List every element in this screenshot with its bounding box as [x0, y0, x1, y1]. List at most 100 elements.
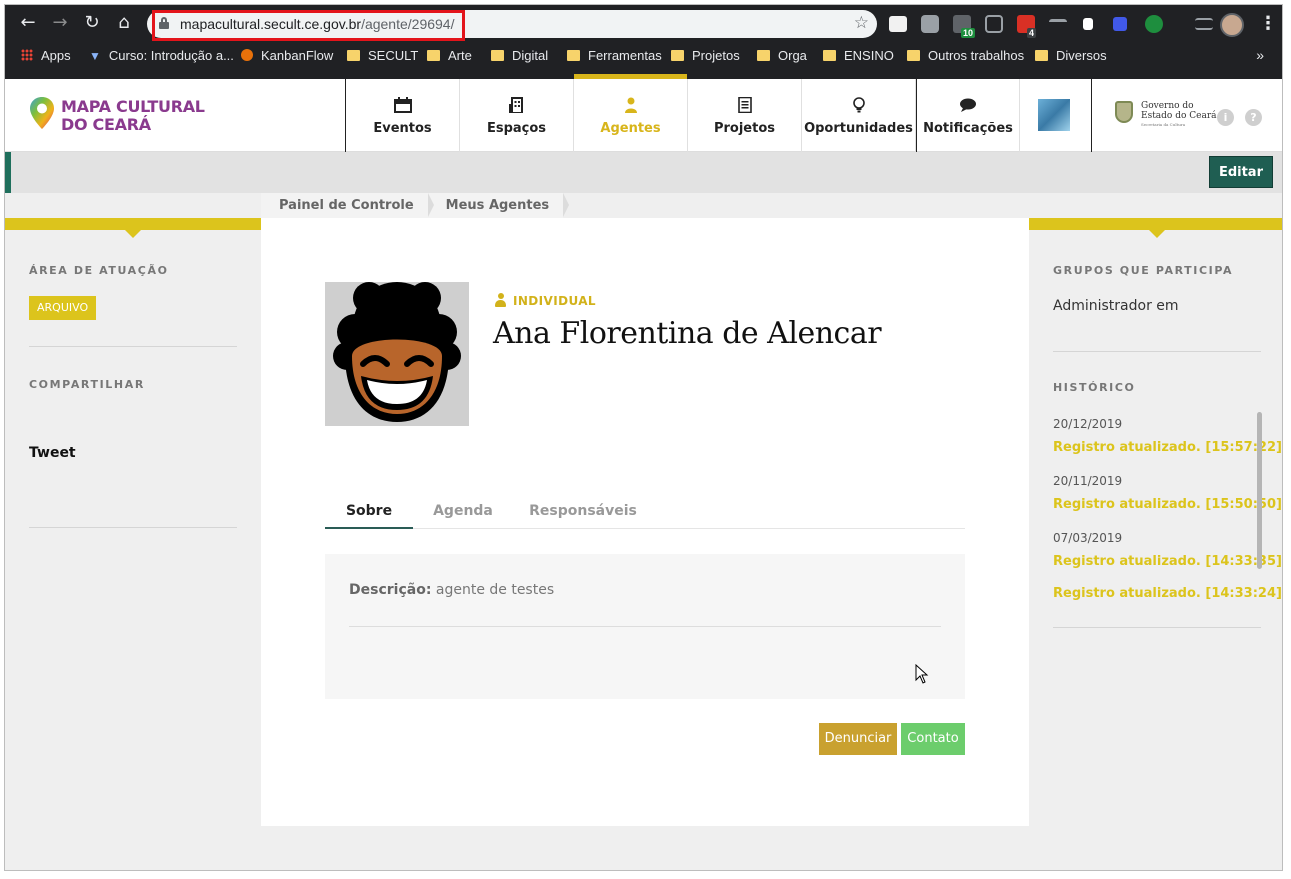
mouse-cursor-icon — [915, 664, 929, 684]
smiling-face-avatar-icon — [325, 282, 469, 426]
tab-agenda[interactable]: Agenda — [425, 494, 501, 529]
nav-oportunidades-label: Oportunidades — [804, 121, 913, 136]
divider — [349, 626, 941, 627]
user-avatar-menu[interactable] — [1020, 79, 1092, 152]
browser-toolbar: ← → ↻ ⌂ mapacultural.secult.ce.gov.br/ag… — [5, 5, 1282, 79]
document-icon — [737, 97, 752, 113]
bookmark-folder-diversos[interactable]: Diversos — [1035, 48, 1107, 63]
extension-icon[interactable] — [1113, 17, 1127, 31]
logo-line-1: MAPA CULTURAL — [61, 97, 205, 116]
right-sidebar: GRUPOS QUE PARTICIPA Administrador em HI… — [1029, 218, 1282, 870]
left-sidebar: ÁREA DE ATUAÇÃO ARQUIVO COMPARTILHAR Twe… — [5, 218, 261, 870]
nav-oportunidades[interactable]: Oportunidades — [802, 79, 916, 152]
nav-notificacoes-label: Notificações — [923, 121, 1013, 136]
nav-eventos[interactable]: Eventos — [346, 79, 460, 152]
history-date: 20/12/2019 — [1053, 417, 1123, 431]
bookmark-kanbanflow[interactable]: KanbanFlow — [241, 48, 333, 63]
calendar-icon — [393, 97, 412, 113]
info-icon[interactable]: i — [1217, 109, 1234, 126]
menu-kebab-icon[interactable]: ⋮ — [1259, 13, 1277, 34]
bookmarks-overflow-icon[interactable]: » — [1256, 47, 1264, 63]
history-entry-link[interactable]: Registro atualizado. [14:33:35] — [1053, 554, 1282, 569]
camera-extension-icon[interactable] — [921, 15, 939, 33]
folder-icon — [907, 50, 920, 61]
bookmark-folder-digital[interactable]: Digital — [491, 48, 548, 63]
folder-icon — [1035, 50, 1048, 61]
share-heading: COMPARTILHAR — [29, 378, 145, 391]
nav-espacos-label: Espaços — [486, 121, 547, 136]
nav-agentes[interactable]: Agentes — [574, 74, 688, 152]
forward-icon[interactable]: → — [49, 12, 71, 34]
bookmark-folder-secult[interactable]: SECULT — [347, 48, 418, 63]
bookmark-folder-outros-trabalhos[interactable]: Outros trabalhos — [907, 48, 1024, 63]
contact-button[interactable]: Contato — [901, 723, 965, 755]
bookmark-apps[interactable]: Apps — [21, 48, 71, 63]
bookmark-folder-projetos[interactable]: Projetos — [671, 48, 740, 63]
breadcrumb-meus-agentes[interactable]: Meus Agentes — [427, 193, 570, 218]
folder-icon — [823, 50, 836, 61]
pocket-extension-icon[interactable] — [985, 15, 1003, 33]
history-scrollbar[interactable] — [1257, 412, 1262, 569]
bookmark-folder-ferramentas[interactable]: Ferramentas — [567, 48, 662, 63]
building-icon — [508, 97, 523, 113]
help-icon[interactable]: ? — [1245, 109, 1262, 126]
agent-avatar — [325, 282, 469, 426]
history-entry-link[interactable]: Registro atualizado. [15:50:50] — [1053, 497, 1282, 512]
history-entry-link[interactable]: Registro atualizado. [14:33:24] — [1053, 586, 1282, 601]
logo-line-2: DO CEARÁ — [61, 115, 151, 134]
agent-name: Ana Florentina de Alencar — [493, 316, 882, 351]
area-heading: ÁREA DE ATUAÇÃO — [29, 264, 169, 277]
history-entry-link[interactable]: Registro atualizado. [15:57:22] — [1053, 440, 1282, 455]
edit-button[interactable]: Editar — [1208, 156, 1273, 188]
nav-espacos[interactable]: Espaços — [460, 79, 574, 152]
extension-icon[interactable] — [889, 16, 907, 32]
extension-icon[interactable] — [1083, 18, 1093, 30]
bookmark-folder-orga[interactable]: Orga — [757, 48, 807, 63]
history-heading: HISTÓRICO — [1053, 381, 1136, 394]
bookmark-folder-arte[interactable]: Arte — [427, 48, 472, 63]
apps-grid-icon — [21, 49, 33, 61]
tab-sobre[interactable]: Sobre — [325, 494, 413, 529]
agent-type-label: INDIVIDUAL — [495, 293, 596, 308]
agent-tabs: Sobre Agenda Responsáveis — [325, 494, 965, 529]
bookmark-folder-ensino[interactable]: ENSINO — [823, 48, 894, 63]
media-icon[interactable] — [1195, 18, 1213, 30]
main-nav: Eventos Espaços Agentes Projetos Oportun… — [345, 74, 1092, 152]
extension-icon[interactable] — [1145, 15, 1163, 33]
map-pin-logo-icon — [30, 97, 54, 129]
breadcrumb-painel[interactable]: Painel de Controle — [261, 193, 434, 218]
extension-badge: 4 — [1027, 28, 1037, 38]
reload-icon[interactable]: ↻ — [81, 12, 103, 34]
nav-notificacoes[interactable]: Notificações — [916, 79, 1020, 152]
gov-line-1: Governo do — [1141, 101, 1194, 111]
extension-icon[interactable] — [1049, 19, 1067, 29]
home-icon[interactable]: ⌂ — [113, 12, 135, 34]
area-tag[interactable]: ARQUIVO — [29, 296, 97, 320]
gov-line-2: Estado do Ceará — [1141, 111, 1217, 121]
description-label: Descrição: — [349, 582, 432, 598]
profile-avatar[interactable] — [1220, 13, 1244, 37]
browser-window: ← → ↻ ⌂ mapacultural.secult.ce.gov.br/ag… — [4, 4, 1283, 871]
gov-line-3: Secretaria da Cultura — [1141, 122, 1186, 127]
folder-icon — [491, 50, 504, 61]
tab-responsaveis[interactable]: Responsáveis — [523, 494, 643, 529]
divider — [29, 346, 237, 347]
tweet-button[interactable]: Tweet — [29, 445, 76, 461]
state-crest-icon — [1115, 101, 1133, 123]
groups-heading: GRUPOS QUE PARTICIPA — [1053, 264, 1234, 277]
bookmark-star-icon[interactable]: ☆ — [854, 13, 869, 33]
folder-icon — [567, 50, 580, 61]
nav-projetos-label: Projetos — [713, 121, 776, 136]
lightbulb-icon — [852, 97, 865, 113]
description-text: agente de testes — [435, 582, 555, 598]
bookmark-curso[interactable]: ▼ Curso: Introdução a... — [89, 48, 234, 63]
folder-icon — [347, 50, 360, 61]
sidebar-yellow-bar — [5, 218, 261, 238]
report-button[interactable]: Denunciar — [819, 723, 897, 755]
nav-agentes-label: Agentes — [600, 121, 661, 136]
folder-icon — [757, 50, 770, 61]
bookmark-site-icon: ▼ — [89, 49, 101, 63]
nav-projetos[interactable]: Projetos — [688, 79, 802, 152]
divider — [29, 527, 237, 528]
back-icon[interactable]: ← — [17, 12, 39, 34]
